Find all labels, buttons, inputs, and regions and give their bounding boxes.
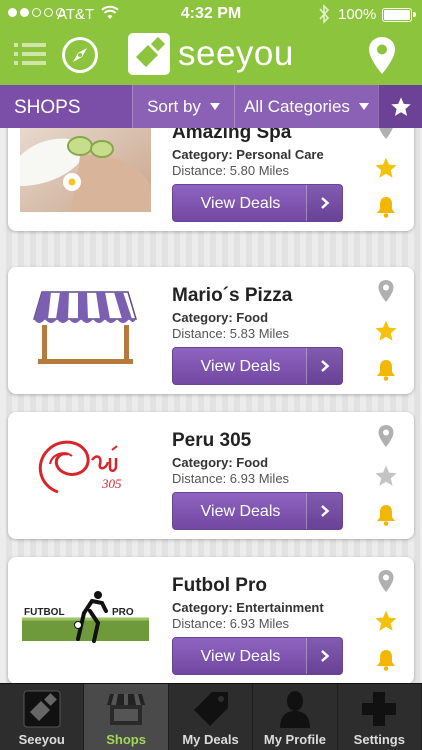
section-title: SHOPS — [14, 97, 81, 118]
map-pin-icon[interactable] — [374, 128, 398, 140]
view-deals-label: View Deals — [200, 195, 281, 212]
sort-by-label: Sort by — [147, 96, 201, 116]
notification-bell-icon[interactable] — [374, 358, 398, 382]
tab-label: Settings — [353, 732, 405, 747]
app-header: AT&T 4:32 PM 100% seeyou — [0, 0, 422, 85]
price-tag-icon — [191, 689, 231, 729]
notification-bell-icon[interactable] — [374, 195, 398, 219]
location-pin-icon[interactable] — [368, 36, 396, 76]
view-deals-button[interactable]: View Deals — [172, 184, 343, 222]
logo-mark-icon — [128, 33, 170, 75]
battery-icon — [382, 8, 416, 22]
brand-name: seeyou — [178, 34, 294, 73]
chevron-right-icon — [306, 185, 342, 221]
star-icon — [390, 96, 411, 116]
futbol-logo-right: PRO — [112, 607, 134, 618]
view-deals-label: View Deals — [200, 648, 281, 665]
shop-card[interactable]: FUTBOL PRO Futbol Pro Category: Entertai… — [8, 557, 414, 683]
shop-logo-pizza — [20, 279, 151, 375]
shop-category: Category: Food — [172, 310, 269, 325]
tab-label: Seeyou — [18, 732, 65, 747]
shop-distance: Distance: 5.80 Miles — [172, 163, 290, 178]
shop-distance: Distance: 6.93 Miles — [172, 471, 290, 486]
map-pin-icon[interactable] — [374, 279, 398, 303]
shop-card[interactable]: Mario´s Pizza Category: Food Distance: 5… — [8, 267, 414, 394]
shop-card[interactable]: 305 Peru 305 Category: Food Distance: 6.… — [8, 412, 414, 539]
favorite-star-icon[interactable] — [374, 156, 398, 180]
chevron-right-icon — [306, 638, 342, 674]
map-pin-icon[interactable] — [374, 424, 398, 448]
shop-distance: Distance: 5.83 Miles — [172, 326, 290, 341]
shop-image-spa — [20, 128, 151, 212]
peru-logo-number: 305 — [101, 476, 122, 491]
filter-bar: SHOPS Sort by All Categories — [0, 85, 422, 128]
shop-name: Amazing Spa — [172, 128, 292, 143]
map-pin-icon[interactable] — [374, 569, 398, 593]
view-deals-button[interactable]: View Deals — [172, 347, 343, 385]
favorites-filter-button[interactable] — [378, 85, 422, 128]
tab-bar: Seeyou Shops My Deals My Profile Setting… — [0, 683, 422, 750]
chevron-down-icon — [209, 103, 220, 110]
compass-icon[interactable] — [61, 36, 99, 74]
user-icon — [275, 689, 315, 729]
chevron-down-icon — [358, 103, 369, 110]
shop-distance: Distance: 6.93 Miles — [172, 616, 290, 631]
category-label: All Categories — [244, 96, 350, 116]
tab-label: My Deals — [182, 732, 239, 747]
shop-name: Mario´s Pizza — [172, 285, 293, 306]
seeyou-logo: seeyou — [128, 32, 298, 76]
tab-shops[interactable]: Shops — [84, 684, 169, 750]
shop-list[interactable]: Amazing Spa Category: Personal Care Dist… — [0, 128, 422, 683]
shop-category: Category: Entertainment — [172, 600, 324, 615]
futbol-logo-left: FUTBOL — [24, 607, 65, 618]
plus-icon — [359, 689, 399, 729]
notification-bell-icon[interactable] — [374, 503, 398, 527]
favorite-star-icon[interactable] — [374, 319, 398, 343]
shop-category: Category: Personal Care — [172, 147, 324, 162]
tab-settings[interactable]: Settings — [338, 684, 422, 750]
tab-my-deals[interactable]: My Deals — [169, 684, 254, 750]
storefront-icon — [106, 689, 146, 729]
shop-name: Peru 305 — [172, 430, 252, 451]
notification-bell-icon[interactable] — [374, 648, 398, 672]
battery-percentage: 100% — [338, 6, 377, 23]
sort-by-dropdown[interactable]: Sort by — [132, 85, 234, 128]
favorite-star-icon[interactable] — [374, 464, 398, 488]
chevron-right-icon — [306, 348, 342, 384]
category-dropdown[interactable]: All Categories — [234, 85, 378, 128]
view-deals-button[interactable]: View Deals — [172, 492, 343, 530]
view-deals-button[interactable]: View Deals — [172, 637, 343, 675]
tab-seeyou[interactable]: Seeyou — [0, 684, 85, 750]
tab-label: My Profile — [263, 732, 326, 747]
shop-logo-peru: 305 — [20, 424, 151, 520]
status-bar: AT&T 4:32 PM 100% — [0, 0, 422, 30]
menu-icon[interactable] — [14, 40, 46, 68]
favorite-star-icon[interactable] — [374, 609, 398, 633]
view-deals-label: View Deals — [200, 503, 281, 520]
chevron-right-icon — [306, 493, 342, 529]
shop-card[interactable]: Amazing Spa Category: Personal Care Dist… — [8, 128, 414, 231]
shop-name: Futbol Pro — [172, 575, 267, 596]
seeyou-logo-icon — [22, 689, 62, 729]
view-deals-label: View Deals — [200, 358, 281, 375]
tab-label: Shops — [106, 732, 146, 747]
shop-logo-futbol: FUTBOL PRO — [20, 569, 151, 665]
tab-my-profile[interactable]: My Profile — [253, 684, 338, 750]
shop-category: Category: Food — [172, 455, 269, 470]
bluetooth-icon — [319, 4, 330, 24]
